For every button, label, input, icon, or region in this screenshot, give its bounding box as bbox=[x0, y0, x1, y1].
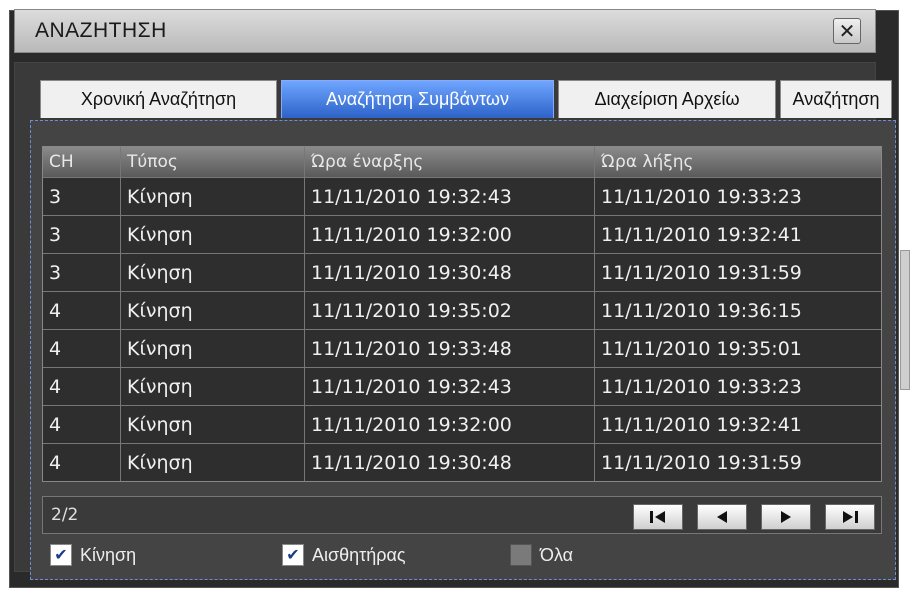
last-page-button[interactable] bbox=[825, 504, 875, 530]
cell-start-time: 11/11/2010 19:32:43 bbox=[305, 178, 595, 215]
first-page-button[interactable] bbox=[633, 504, 683, 530]
cell-channel: 4 bbox=[43, 368, 121, 405]
cell-type: Κίνηση bbox=[121, 292, 305, 329]
page-indicator: 2/2 bbox=[51, 505, 79, 525]
checkbox-sensor[interactable]: ✔ Αισθητήρας bbox=[282, 544, 406, 566]
cell-type: Κίνηση bbox=[121, 216, 305, 253]
table-row[interactable]: 4 Κίνηση 11/11/2010 19:32:00 11/11/2010 … bbox=[43, 405, 881, 443]
column-header-type[interactable]: Τύπος bbox=[121, 147, 305, 177]
cell-end-time: 11/11/2010 19:33:23 bbox=[601, 375, 802, 398]
cell-start-time: 11/11/2010 19:33:48 bbox=[305, 330, 595, 367]
checkbox-motion[interactable]: ✔ Κίνηση bbox=[50, 544, 136, 566]
tab-search[interactable]: Αναζήτηση bbox=[780, 80, 892, 118]
tab-file-management[interactable]: Διαχείριση Αρχείω bbox=[558, 80, 776, 118]
column-header-end-time[interactable]: Ώρα λήξης bbox=[595, 147, 881, 177]
cell-type: Κίνηση bbox=[121, 368, 305, 405]
first-page-icon bbox=[650, 511, 665, 523]
cell-end-time: 11/11/2010 19:31:59 bbox=[601, 261, 802, 284]
cell-channel: 4 bbox=[43, 444, 121, 481]
close-button[interactable]: ✕ bbox=[833, 18, 861, 44]
event-table: CH Τύπος Ώρα έναρξης Ώρα λήξης 3 Κίνηση … bbox=[42, 146, 882, 482]
prev-page-icon bbox=[717, 511, 727, 523]
title-bar: ΑΝΑΖΗΤΗΣΗ ✕ bbox=[14, 9, 876, 53]
pagination-bar: 2/2 bbox=[42, 496, 882, 534]
table-row[interactable]: 3 Κίνηση 11/11/2010 19:32:43 11/11/2010 … bbox=[43, 177, 881, 215]
cell-channel: 4 bbox=[43, 292, 121, 329]
scrollbar[interactable] bbox=[900, 250, 910, 390]
cell-start-time: 11/11/2010 19:30:48 bbox=[305, 254, 595, 291]
column-header-ch[interactable]: CH bbox=[43, 147, 121, 177]
table-header: CH Τύπος Ώρα έναρξης Ώρα λήξης bbox=[43, 147, 881, 177]
table-row[interactable]: 4 Κίνηση 11/11/2010 19:32:43 11/11/2010 … bbox=[43, 367, 881, 405]
checkbox-all[interactable]: Όλα bbox=[510, 544, 573, 566]
last-page-icon bbox=[843, 511, 858, 523]
cell-end-time: 11/11/2010 19:31:59 bbox=[601, 451, 802, 474]
cell-type: Κίνηση bbox=[121, 444, 305, 481]
checkmark-icon: ✔ bbox=[282, 544, 304, 566]
cell-end-time: 11/11/2010 19:35:01 bbox=[601, 337, 802, 360]
next-page-button[interactable] bbox=[761, 504, 811, 530]
cell-type: Κίνηση bbox=[121, 178, 305, 215]
next-page-icon bbox=[781, 511, 791, 523]
cell-start-time: 11/11/2010 19:35:02 bbox=[305, 292, 595, 329]
checkbox-label: Αισθητήρας bbox=[312, 544, 406, 565]
column-header-start-time[interactable]: Ώρα έναρξης bbox=[305, 147, 595, 177]
tab-event-search[interactable]: Αναζήτηση Συμβάντων bbox=[281, 80, 554, 118]
window-title: ΑΝΑΖΗΤΗΣΗ bbox=[35, 19, 167, 42]
cell-channel: 3 bbox=[43, 216, 121, 253]
table-row[interactable]: 4 Κίνηση 11/11/2010 19:30:48 11/11/2010 … bbox=[43, 443, 881, 481]
close-icon: ✕ bbox=[838, 19, 856, 43]
table-row[interactable]: 4 Κίνηση 11/11/2010 19:33:48 11/11/2010 … bbox=[43, 329, 881, 367]
cell-channel: 4 bbox=[43, 330, 121, 367]
cell-type: Κίνηση bbox=[121, 330, 305, 367]
cell-channel: 4 bbox=[43, 406, 121, 443]
cell-start-time: 11/11/2010 19:32:00 bbox=[305, 406, 595, 443]
checkbox-label: Όλα bbox=[540, 544, 574, 565]
cell-start-time: 11/11/2010 19:30:48 bbox=[305, 444, 595, 481]
table-row[interactable]: 4 Κίνηση 11/11/2010 19:35:02 11/11/2010 … bbox=[43, 291, 881, 329]
cell-end-time: 11/11/2010 19:32:41 bbox=[601, 223, 802, 246]
cell-type: Κίνηση bbox=[121, 406, 305, 443]
cell-start-time: 11/11/2010 19:32:43 bbox=[305, 368, 595, 405]
cell-end-time: 11/11/2010 19:36:15 bbox=[601, 299, 802, 322]
cell-channel: 3 bbox=[43, 178, 121, 215]
unchecked-box-icon bbox=[510, 544, 532, 566]
cell-start-time: 11/11/2010 19:32:00 bbox=[305, 216, 595, 253]
cell-end-time: 11/11/2010 19:33:23 bbox=[601, 185, 802, 208]
cell-channel: 3 bbox=[43, 254, 121, 291]
cell-end-time: 11/11/2010 19:32:41 bbox=[601, 413, 802, 436]
table-row[interactable]: 3 Κίνηση 11/11/2010 19:30:48 11/11/2010 … bbox=[43, 253, 881, 291]
checkmark-icon: ✔ bbox=[50, 544, 72, 566]
checkbox-label: Κίνηση bbox=[80, 544, 137, 565]
prev-page-button[interactable] bbox=[697, 504, 747, 530]
tab-time-search[interactable]: Χρονική Αναζήτηση bbox=[40, 80, 277, 118]
cell-type: Κίνηση bbox=[121, 254, 305, 291]
table-row[interactable]: 3 Κίνηση 11/11/2010 19:32:00 11/11/2010 … bbox=[43, 215, 881, 253]
